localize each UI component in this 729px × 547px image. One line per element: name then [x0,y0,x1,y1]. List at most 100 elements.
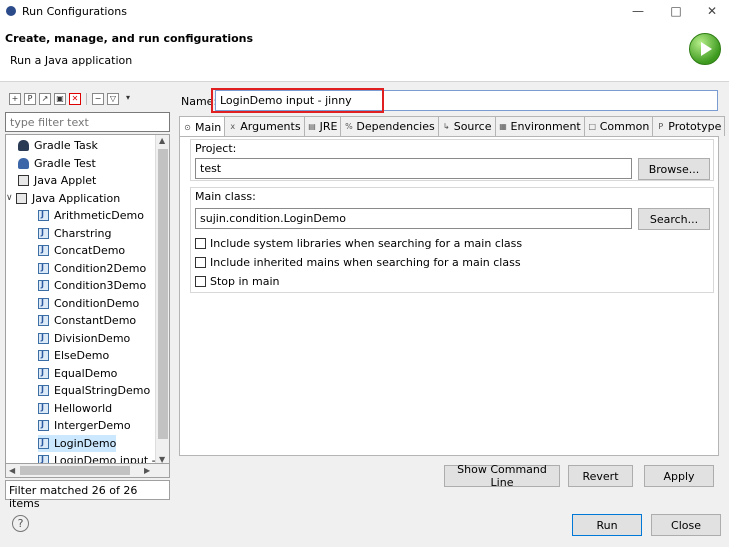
tree-item[interactable]: ConstantDemo [38,312,136,329]
horizontal-scroll-thumb[interactable] [20,466,130,475]
search-button[interactable]: Search... [638,208,710,230]
tree-item[interactable]: ∨ Java Application [6,190,120,207]
filter-icon[interactable]: ▽ [107,93,119,105]
new-config-icon[interactable]: + [9,93,21,105]
tree-item[interactable]: ConditionDemo [38,295,139,312]
project-label: Project: [195,142,237,155]
tree-item[interactable]: Condition2Demo [38,260,146,277]
new-prototype-icon[interactable]: P [24,93,36,105]
tab-jre[interactable]: ▤ JRE [303,116,342,136]
config-tree: Gradle Task Gradle Test Java Applet ∨ Java A… [5,134,170,464]
include-inherited-mains-checkbox[interactable]: Include inherited mains when searching f… [195,254,521,270]
tab-dependencies[interactable]: % Dependencies [340,116,439,136]
vertical-scrollbar[interactable]: ▲ ▼ [155,135,169,463]
include-system-libraries-checkbox[interactable]: Include system libraries when searching … [195,235,522,251]
tree-item-label: Condition3Demo [54,279,147,292]
tree-item-label: ConcatDemo [54,244,126,257]
tree-item[interactable]: Charstring [38,225,112,242]
help-icon[interactable]: ? [12,515,29,532]
gradle-icon [18,140,29,151]
tree-item-label: Charstring [54,226,112,240]
tree-item[interactable]: DivisionDemo [38,330,130,347]
tree-item-label: IntergerDemo [54,419,131,432]
tree-item[interactable]: ArithmeticDemo [38,207,144,224]
java-class-icon [38,245,49,256]
tree-item[interactable]: LoginDemo [38,434,117,452]
duplicate-icon[interactable]: ▣ [54,93,66,105]
tree-item-label: EqualStringDemo [54,384,151,397]
java-class-icon [38,367,49,379]
java-app-icon [16,192,27,204]
scroll-left-icon[interactable]: ◀ [9,466,15,475]
checkbox-box[interactable] [195,237,206,249]
show-command-line-button[interactable]: Show Command Line [444,463,560,489]
tree-item[interactable]: Gradle Test [18,155,96,172]
tree-item[interactable]: LoginDemo input - jinny [38,452,156,464]
java-class-icon [38,280,49,291]
browse-button[interactable]: Browse... [638,158,710,180]
tab-main[interactable]: ⊙ Main [179,116,226,137]
tree-item[interactable]: Condition3Demo [38,277,146,294]
main-class-field[interactable] [195,208,632,229]
tree-item[interactable]: Gradle Task [18,137,98,154]
tree-item[interactable]: IntergerDemo [38,417,131,434]
close-button[interactable]: Close [651,514,721,536]
run-button[interactable]: Run [572,514,642,536]
common-icon: □ [588,122,597,131]
configuration-editor: Name: ⊙Main xArguments ▤JRE %Dependencie… [179,88,726,496]
checkbox-box[interactable] [195,275,206,287]
filter-input[interactable] [5,112,170,132]
stop-in-main-checkbox[interactable]: Stop in main [195,273,280,289]
tree-item[interactable]: EqualDemo [38,365,117,382]
scroll-right-icon[interactable]: ▶ [144,466,150,475]
tree-item-label: DivisionDemo [54,331,131,345]
dropdown-icon[interactable]: ▾ [122,93,134,105]
delete-icon[interactable]: ✕ [69,93,81,105]
tree-item-label: ConditionDemo [54,296,140,310]
checkbox-box[interactable] [195,256,206,268]
scroll-up-icon[interactable]: ▲ [159,136,165,145]
scroll-down-icon[interactable]: ▼ [159,455,165,463]
tab-arguments[interactable]: x Arguments [224,116,305,136]
tree-item[interactable]: Java Applet [18,172,96,189]
expand-chevron-icon[interactable]: ∨ [6,193,16,203]
tab-environment[interactable]: ▦ Environment [494,116,585,136]
horizontal-scrollbar[interactable]: ◀ ▶ [5,464,170,478]
tree-item[interactable]: EqualStringDemo [38,382,150,399]
tree-item-label: Java Applet [34,174,97,187]
window-title: Run Configurations [22,4,127,18]
apply-button[interactable]: Apply [644,465,714,487]
configuration-list-panel: + P ↗ ▣ ✕ − ▽ ▾ Gradle Task Gradle Test Ja… [5,88,173,510]
dialog-heading: Create, manage, and run configurations [5,32,254,45]
close-window-button[interactable]: ✕ [695,0,729,22]
jre-icon: ▤ [308,122,316,131]
java-class-icon [38,455,49,463]
tree-item-label: Condition2Demo [54,261,147,275]
main-tab-content: Project: Browse... Main class: Search...… [179,136,719,456]
project-field[interactable] [195,158,632,179]
java-class-icon [38,262,49,274]
maximize-button[interactable]: □ [659,0,693,22]
main-icon: ⊙ [184,122,191,132]
tab-prototype[interactable]: P Prototype [652,116,726,136]
tree-item[interactable]: ConcatDemo [38,242,125,259]
tree-item-label: Helloworld [54,401,113,415]
highlight-box [211,88,384,113]
main-class-label: Main class: [195,190,256,203]
tab-common[interactable]: □ Common [583,116,654,136]
export-icon[interactable]: ↗ [39,93,51,105]
tree-item-label: Gradle Test [34,156,96,170]
java-class-icon [38,332,49,344]
java-class-icon [38,297,49,309]
revert-button[interactable]: Revert [568,465,633,487]
tree-item[interactable]: Helloworld [38,400,112,417]
filter-status: Filter matched 26 of 26 items [5,480,170,510]
applet-icon [18,175,29,186]
tree-item[interactable]: ElseDemo [38,347,109,364]
tab-source[interactable]: ↳ Source [437,116,496,136]
minimize-button[interactable]: — [621,0,655,22]
collapse-all-icon[interactable]: − [92,93,104,105]
vertical-scroll-thumb[interactable] [158,149,168,439]
dialog-subtitle: Run a Java application [10,54,133,67]
tree-item-label: LoginDemo input - jinny [54,454,156,464]
